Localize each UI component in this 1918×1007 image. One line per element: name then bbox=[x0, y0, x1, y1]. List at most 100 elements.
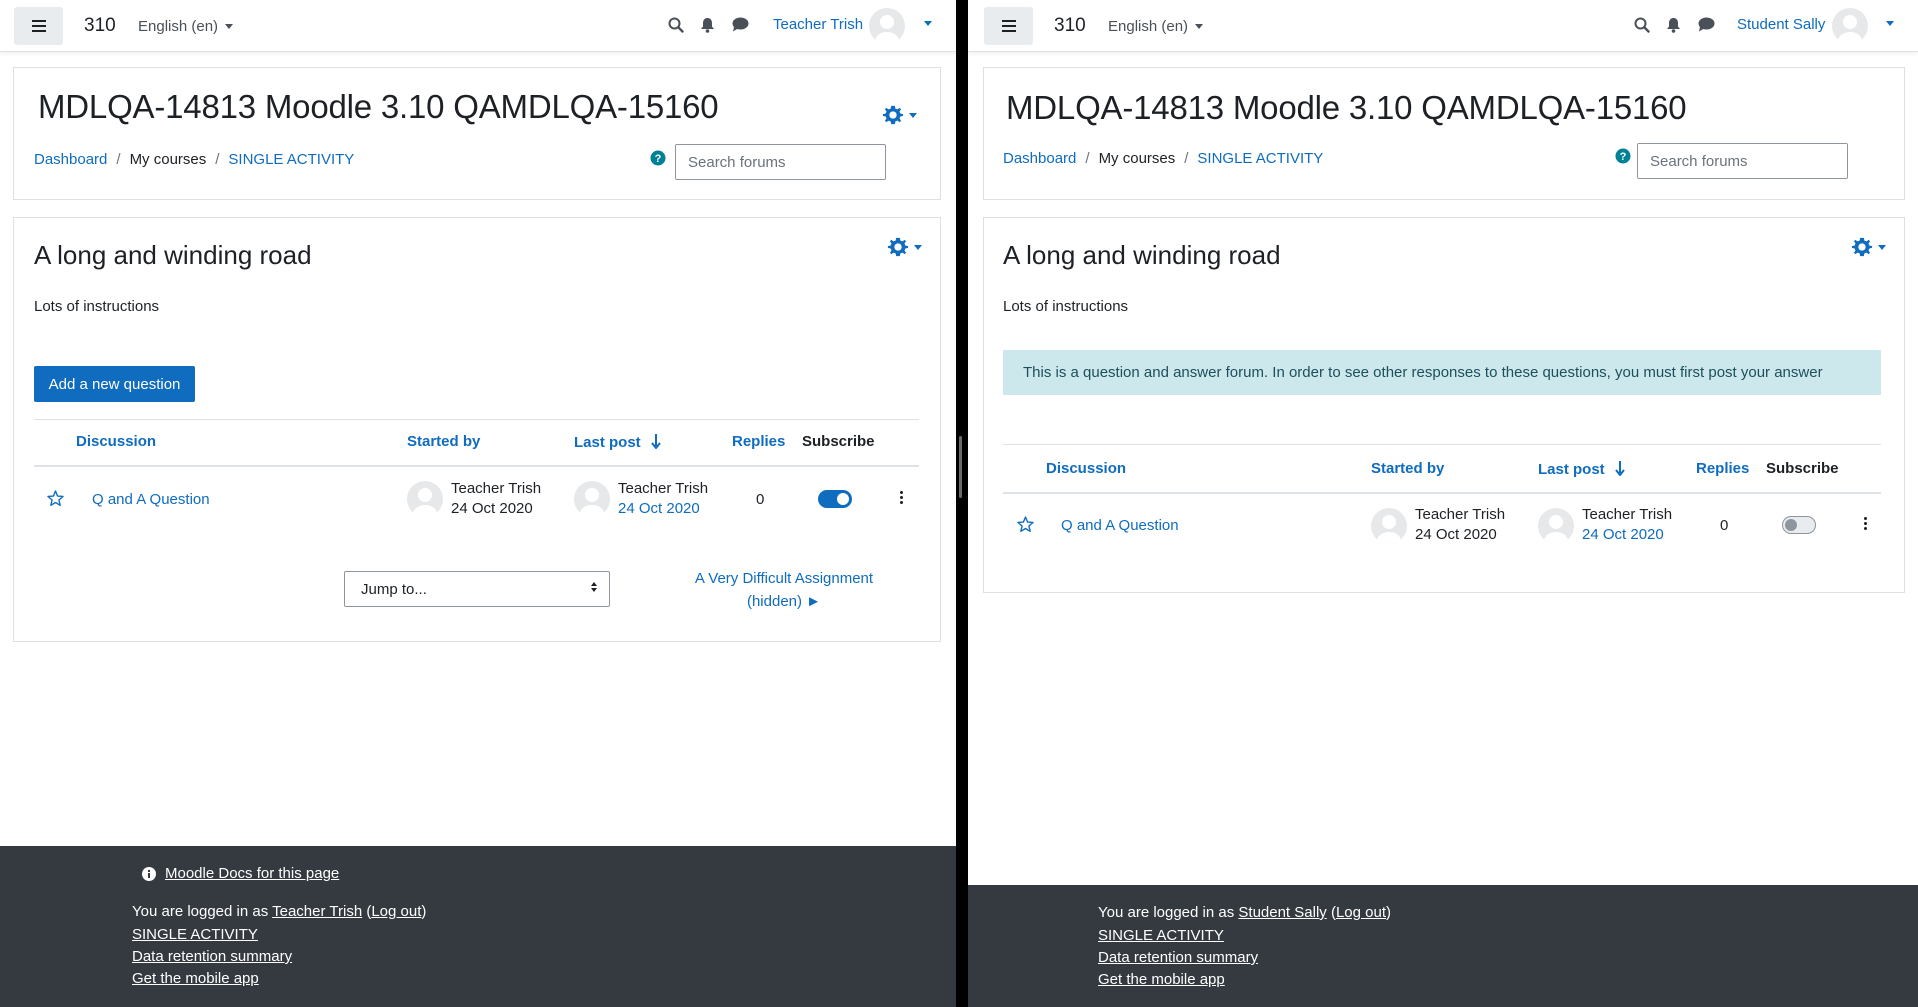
kebab-icon[interactable] bbox=[900, 491, 903, 504]
table-top-divider bbox=[1003, 444, 1881, 445]
search-icon[interactable] bbox=[668, 17, 684, 33]
language-menu[interactable]: English (en) bbox=[1108, 18, 1204, 35]
footer-single-activity-link[interactable]: SINGLE ACTIVITY bbox=[132, 926, 258, 943]
chat-icon[interactable] bbox=[1698, 17, 1715, 32]
page-header-card: MDLQA-14813 Moodle 3.10 QAMDLQA-15160 Da… bbox=[983, 67, 1905, 200]
replies-count: 0 bbox=[1720, 517, 1729, 534]
forum-title: A long and winding road bbox=[34, 240, 312, 270]
jump-to-select[interactable]: Jump to... bbox=[344, 571, 610, 607]
page-title: MDLQA-14813 Moodle 3.10 QAMDLQA-15160 bbox=[1006, 89, 1687, 126]
column-last-post[interactable]: Last post bbox=[574, 433, 661, 451]
avatar[interactable] bbox=[869, 8, 905, 44]
search-icon[interactable] bbox=[1634, 17, 1650, 33]
chat-icon[interactable] bbox=[732, 17, 749, 32]
started-by-name: Teacher Trish bbox=[1415, 506, 1506, 523]
chevron-down-icon bbox=[909, 112, 917, 118]
started-date: 24 Oct 2020 bbox=[1415, 526, 1497, 543]
site-name-link[interactable]: 310 bbox=[84, 15, 116, 37]
moodle-docs-link[interactable]: Moodle Docs for this page bbox=[165, 865, 339, 882]
avatar[interactable] bbox=[1832, 8, 1868, 44]
breadcrumb-single-activity[interactable]: SINGLE ACTIVITY bbox=[228, 151, 354, 168]
logged-in-info: You are logged in as Teacher Trish (Log … bbox=[132, 903, 427, 920]
column-last-post[interactable]: Last post bbox=[1538, 460, 1625, 478]
last-post-name: Teacher Trish bbox=[1582, 506, 1673, 523]
search-forums-input[interactable] bbox=[676, 145, 885, 179]
subscribe-toggle[interactable] bbox=[818, 490, 852, 508]
drawer-toggle-button[interactable] bbox=[984, 7, 1033, 45]
footer-user-link[interactable]: Teacher Trish bbox=[272, 903, 362, 920]
footer-user-link[interactable]: Student Sally bbox=[1238, 904, 1326, 921]
page-footer: Moodle Docs for this page You are logged… bbox=[0, 846, 956, 1007]
split-view-divider-handle[interactable] bbox=[959, 436, 962, 498]
discussion-link[interactable]: Q and A Question bbox=[92, 491, 210, 508]
last-post-date-link[interactable]: 24 Oct 2020 bbox=[1582, 526, 1664, 543]
discussion-link[interactable]: Q and A Question bbox=[1061, 517, 1179, 534]
forum-title: A long and winding road bbox=[1003, 240, 1281, 270]
language-label: English (en) bbox=[138, 18, 219, 35]
course-settings-menu[interactable] bbox=[882, 104, 917, 126]
breadcrumb-single-activity[interactable]: SINGLE ACTIVITY bbox=[1197, 150, 1323, 167]
user-menu-caret-icon[interactable] bbox=[924, 21, 932, 26]
hamburger-icon bbox=[31, 20, 46, 32]
table-top-divider bbox=[34, 419, 919, 420]
drawer-toggle-button[interactable] bbox=[14, 7, 63, 45]
help-icon[interactable]: ? bbox=[650, 150, 666, 166]
column-subscribe: Subscribe bbox=[802, 433, 875, 450]
user-menu-name[interactable]: Teacher Trish bbox=[773, 16, 863, 33]
gear-icon bbox=[887, 237, 909, 257]
table-header-divider bbox=[34, 465, 919, 467]
column-replies[interactable]: Replies bbox=[732, 433, 785, 450]
left-browser-pane: 310 English (en) Teacher Trish MDLQA-148… bbox=[0, 0, 956, 1007]
user-menu-caret-icon[interactable] bbox=[1886, 21, 1894, 26]
breadcrumb-dashboard[interactable]: Dashboard bbox=[1003, 150, 1076, 167]
mobile-app-link[interactable]: Get the mobile app bbox=[132, 970, 259, 987]
navbar: 310 English (en) Student Sally bbox=[968, 0, 1918, 52]
page-header-card: MDLQA-14813 Moodle 3.10 QAMDLQA-15160 Da… bbox=[13, 67, 941, 200]
next-activity-link[interactable]: A Very Difficult Assignment (hidden) ► bbox=[664, 567, 904, 613]
language-menu[interactable]: English (en) bbox=[138, 18, 234, 35]
bell-icon[interactable] bbox=[700, 17, 715, 33]
subscribe-toggle[interactable] bbox=[1782, 516, 1816, 534]
data-retention-link[interactable]: Data retention summary bbox=[1098, 949, 1258, 966]
data-retention-link[interactable]: Data retention summary bbox=[132, 948, 292, 965]
column-started-by[interactable]: Started by bbox=[407, 433, 480, 450]
chevron-down-icon bbox=[225, 24, 234, 29]
hamburger-icon bbox=[1001, 20, 1016, 32]
breadcrumb-my-courses: My courses bbox=[129, 151, 207, 168]
sort-down-icon bbox=[1615, 461, 1625, 477]
last-post-name: Teacher Trish bbox=[618, 480, 709, 497]
star-icon[interactable] bbox=[47, 490, 64, 506]
mobile-app-link[interactable]: Get the mobile app bbox=[1098, 971, 1225, 988]
column-replies[interactable]: Replies bbox=[1696, 460, 1749, 477]
chevron-down-icon bbox=[914, 244, 922, 250]
avatar bbox=[407, 481, 443, 517]
help-icon[interactable]: ? bbox=[1615, 148, 1631, 164]
svg-text:?: ? bbox=[1620, 151, 1627, 163]
avatar bbox=[574, 481, 610, 517]
add-new-question-button[interactable]: Add a new question bbox=[34, 366, 195, 402]
footer-single-activity-link[interactable]: SINGLE ACTIVITY bbox=[1098, 927, 1224, 944]
breadcrumb-dashboard[interactable]: Dashboard bbox=[34, 151, 107, 168]
avatar bbox=[1538, 508, 1574, 544]
last-post-date-link[interactable]: 24 Oct 2020 bbox=[618, 500, 700, 517]
column-discussion[interactable]: Discussion bbox=[1046, 460, 1126, 477]
search-forums-box bbox=[675, 144, 886, 180]
forum-settings-menu[interactable] bbox=[1851, 236, 1886, 258]
column-started-by[interactable]: Started by bbox=[1371, 460, 1444, 477]
site-name-link[interactable]: 310 bbox=[1054, 15, 1086, 37]
forum-settings-menu[interactable] bbox=[887, 236, 922, 258]
star-icon[interactable] bbox=[1017, 516, 1034, 532]
logout-link[interactable]: Log out bbox=[371, 903, 421, 920]
logout-link[interactable]: Log out bbox=[1336, 904, 1386, 921]
search-forums-input[interactable] bbox=[1638, 144, 1847, 178]
jump-to-selected: Jump to... bbox=[361, 580, 427, 598]
info-icon bbox=[142, 866, 156, 881]
svg-text:?: ? bbox=[655, 153, 662, 165]
kebab-icon[interactable] bbox=[1864, 517, 1867, 530]
breadcrumb: Dashboard / My courses / SINGLE ACTIVITY bbox=[1003, 150, 1324, 167]
started-by-cell: Teacher Trish 24 Oct 2020 bbox=[451, 479, 541, 519]
column-discussion[interactable]: Discussion bbox=[76, 433, 156, 450]
bell-icon[interactable] bbox=[1666, 17, 1681, 33]
user-menu-name[interactable]: Student Sally bbox=[1737, 16, 1825, 33]
avatar bbox=[1371, 508, 1407, 544]
